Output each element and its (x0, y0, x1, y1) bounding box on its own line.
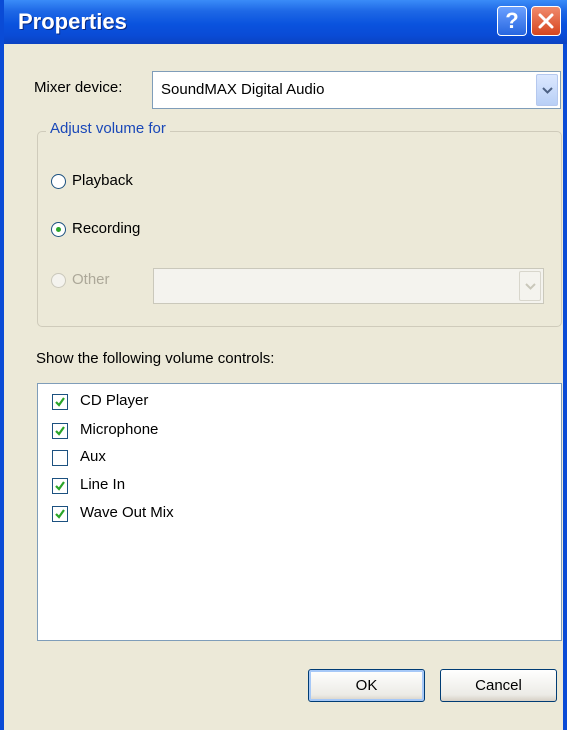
checkmark-icon (55, 481, 65, 491)
checkbox-cd-player[interactable] (52, 394, 68, 410)
chevron-down-icon (525, 283, 536, 290)
checkbox-microphone[interactable] (52, 423, 68, 439)
list-item-label: Microphone (80, 421, 159, 438)
radio-recording-label: Recording (72, 220, 141, 237)
radio-playback-label: Playback (72, 172, 133, 189)
volume-controls-list[interactable]: CD Player Microphone Aux Line In Wave Ou… (37, 383, 562, 641)
list-item-label: Line In (80, 476, 126, 493)
checkmark-icon (55, 509, 65, 519)
help-icon: ? (505, 8, 519, 33)
list-item-label: Aux (80, 448, 106, 465)
title-bar[interactable]: Properties ? (4, 0, 567, 44)
radio-button[interactable] (51, 174, 66, 189)
chevron-down-icon (542, 87, 553, 94)
mixer-device-value: SoundMAX Digital Audio (161, 81, 325, 98)
list-item-label: CD Player (80, 392, 149, 409)
mixer-dropdown-button[interactable] (536, 74, 558, 106)
cancel-button[interactable]: Cancel (440, 669, 557, 702)
window-title: Properties (18, 9, 127, 34)
radio-selected-dot (56, 227, 61, 232)
close-icon (538, 13, 554, 29)
radio-other-label: Other (72, 271, 110, 288)
adjust-volume-label: Adjust volume for (46, 120, 170, 137)
mixer-device-label: Mixer device: (34, 79, 123, 96)
other-device-select (153, 268, 544, 304)
checkbox-aux[interactable] (52, 450, 68, 466)
ok-button[interactable]: OK (308, 669, 425, 702)
checkbox-line-in[interactable] (52, 478, 68, 494)
properties-dialog: Properties ? Mixer device: SoundMAX Digi… (0, 0, 567, 730)
list-item-label: Wave Out Mix (80, 504, 174, 521)
radio-button[interactable] (51, 222, 66, 237)
checkbox-wave-out-mix[interactable] (52, 506, 68, 522)
help-button[interactable]: ? (497, 6, 527, 36)
mixer-device-select[interactable]: SoundMAX Digital Audio (152, 71, 561, 109)
volume-controls-label: Show the following volume controls: (36, 350, 275, 367)
close-button[interactable] (531, 6, 561, 36)
checkmark-icon (55, 397, 65, 407)
checkmark-icon (55, 426, 65, 436)
radio-button (51, 273, 66, 288)
other-dropdown-button (519, 271, 541, 301)
